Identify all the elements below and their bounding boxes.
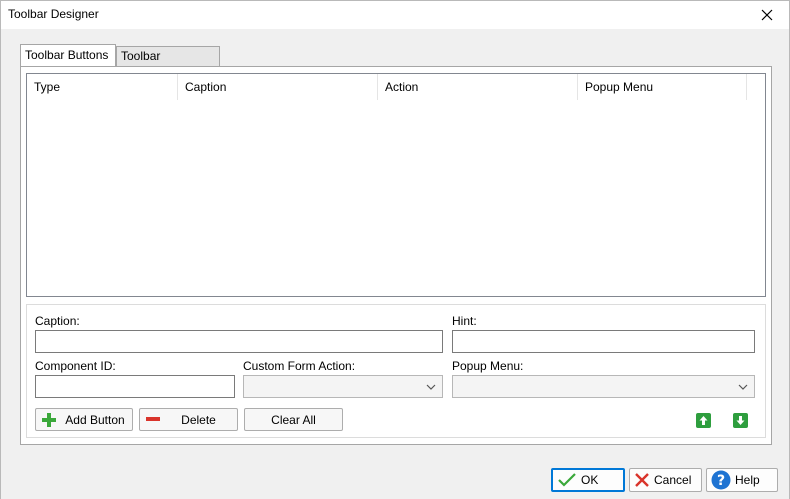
custom-form-action-label: Custom Form Action:: [243, 359, 356, 373]
help-button-label: Help: [735, 473, 760, 487]
component-id-label: Component ID:: [35, 359, 116, 373]
chevron-down-icon: [426, 384, 436, 390]
question-icon: ?: [711, 470, 731, 490]
move-up-button[interactable]: [695, 412, 711, 428]
column-header-action[interactable]: Action: [378, 74, 578, 100]
component-id-input[interactable]: [35, 375, 235, 398]
button-editor-group: Caption: Hint: Component ID: Custom Form…: [26, 304, 766, 438]
tab-toolbar-buttons[interactable]: Toolbar Buttons: [20, 44, 116, 66]
caption-input[interactable]: [35, 330, 443, 353]
dialog-content: Toolbar Buttons Toolbar Properties Type …: [1, 29, 789, 460]
cancel-button-label: Cancel: [654, 473, 692, 487]
ok-button[interactable]: OK: [551, 468, 625, 492]
toolbar-designer-dialog: Toolbar Designer Toolbar Buttons Toolbar…: [0, 0, 790, 499]
ok-button-label: OK: [581, 473, 599, 487]
close-button[interactable]: [745, 1, 789, 29]
column-header-popup-menu[interactable]: Popup Menu: [578, 74, 747, 100]
x-icon: [635, 473, 649, 487]
caption-label: Caption:: [35, 314, 80, 328]
arrow-down-icon: [732, 412, 748, 428]
custom-form-action-select[interactable]: [243, 375, 443, 398]
add-button[interactable]: Add Button: [35, 408, 133, 431]
tab-panel-toolbar-buttons: Type Caption Action Popup Menu Caption: …: [20, 66, 772, 445]
dialog-button-bar: OK Cancel ? Help: [1, 460, 789, 499]
delete-button-label: Delete: [181, 412, 216, 427]
plus-icon: [42, 413, 56, 427]
window-title: Toolbar Designer: [8, 7, 99, 21]
arrow-up-icon: [695, 412, 711, 428]
toolbar-buttons-list[interactable]: Type Caption Action Popup Menu: [26, 73, 766, 297]
minus-icon: [146, 417, 160, 421]
column-header-caption[interactable]: Caption: [178, 74, 378, 100]
checkmark-icon: [558, 473, 576, 487]
popup-menu-label: Popup Menu:: [452, 359, 524, 373]
hint-label: Hint:: [452, 314, 477, 328]
tab-label: Toolbar Buttons: [25, 48, 109, 62]
tab-toolbar-properties[interactable]: Toolbar Properties: [116, 46, 220, 82]
hint-input[interactable]: [452, 330, 755, 353]
popup-menu-select[interactable]: [452, 375, 755, 398]
add-button-label: Add Button: [65, 412, 125, 427]
clear-all-button[interactable]: Clear All: [244, 408, 343, 431]
cancel-button[interactable]: Cancel: [629, 468, 702, 492]
svg-text:?: ?: [717, 473, 725, 489]
help-button[interactable]: ? Help: [706, 468, 778, 492]
chevron-down-icon: [738, 384, 748, 390]
column-header-type[interactable]: Type: [27, 74, 178, 100]
clear-all-button-label: Clear All: [271, 412, 316, 427]
move-down-button[interactable]: [732, 412, 748, 428]
title-bar: Toolbar Designer: [1, 1, 789, 29]
delete-button[interactable]: Delete: [139, 408, 238, 431]
close-icon: [761, 9, 773, 21]
